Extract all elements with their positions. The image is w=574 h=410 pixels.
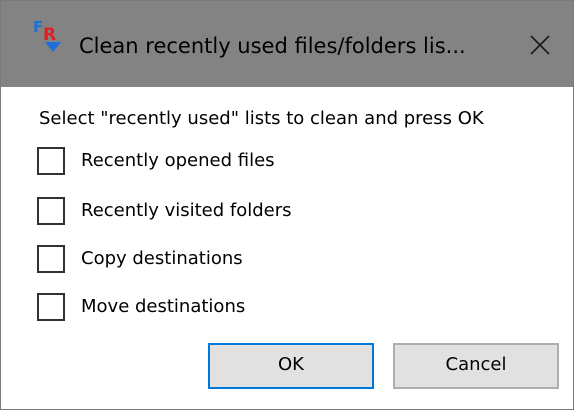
title-bar[interactable]: F R Clean recently used files/folders li… [1, 1, 573, 87]
svg-text:F: F [33, 18, 43, 36]
close-button[interactable] [523, 28, 557, 62]
option-label: Move destinations [81, 296, 246, 317]
instruction-text: Select "recently used" lists to clean an… [39, 108, 484, 129]
dialog-body: Select "recently used" lists to clean an… [1, 87, 573, 409]
close-icon [530, 35, 550, 55]
ok-button[interactable]: OK [208, 343, 374, 389]
dialog-window: F R Clean recently used files/folders li… [0, 0, 574, 410]
checkbox-recently-opened-files[interactable] [37, 147, 65, 175]
option-label: Recently visited folders [81, 200, 292, 221]
option-label: Recently opened files [81, 150, 275, 171]
window-title: Clean recently used files/folders lis... [79, 34, 466, 58]
app-logo-icon: F R [33, 18, 61, 52]
checkbox-recently-visited-folders[interactable] [37, 197, 65, 225]
checkbox-move-destinations[interactable] [37, 293, 65, 321]
cancel-button[interactable]: Cancel [393, 343, 559, 389]
option-label: Copy destinations [81, 248, 243, 269]
checkbox-copy-destinations[interactable] [37, 245, 65, 273]
